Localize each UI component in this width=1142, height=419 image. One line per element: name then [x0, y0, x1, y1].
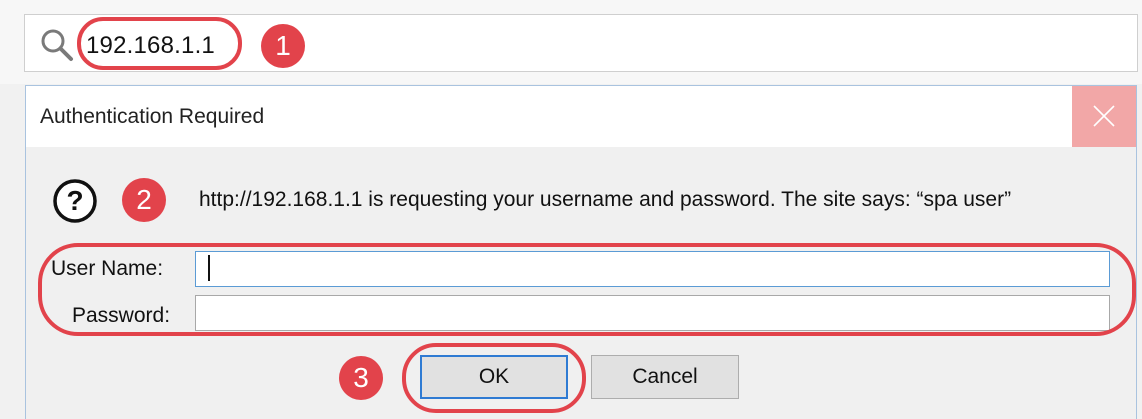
- search-icon: [41, 29, 73, 61]
- close-icon: [1093, 105, 1115, 127]
- step-badge-3: 3: [339, 356, 383, 400]
- dialog-titlebar: Authentication Required: [26, 86, 1136, 147]
- cancel-button[interactable]: Cancel: [591, 355, 739, 399]
- question-icon: ?: [53, 179, 97, 223]
- step-badge-2: 2: [122, 178, 166, 222]
- auth-dialog: Authentication Required ? 2 http://192.1…: [25, 85, 1137, 419]
- password-label: Password:: [72, 304, 171, 327]
- dialog-title: Authentication Required: [40, 105, 265, 128]
- step-badge-1: 1: [261, 24, 305, 68]
- username-label: User Name:: [51, 257, 164, 280]
- svg-text:?: ?: [66, 185, 83, 216]
- auth-message: http://192.168.1.1 is requesting your us…: [199, 188, 1012, 211]
- ok-button[interactable]: OK: [420, 355, 568, 399]
- address-text[interactable]: 192.168.1.1: [86, 32, 215, 60]
- text-caret: [208, 255, 210, 281]
- browser-toolbar: 192.168.1.1: [0, 0, 1142, 84]
- password-field[interactable]: [195, 295, 1110, 331]
- close-button[interactable]: [1072, 86, 1136, 147]
- username-field[interactable]: [195, 251, 1110, 287]
